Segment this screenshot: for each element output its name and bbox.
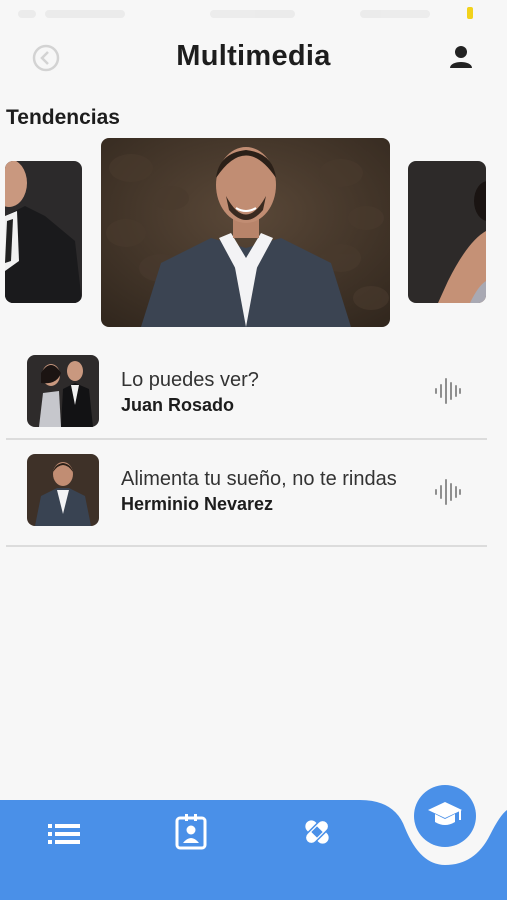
graduation-cap-button[interactable] bbox=[414, 785, 476, 847]
trending-card-left[interactable] bbox=[5, 161, 82, 303]
graduation-cap-icon bbox=[427, 800, 463, 833]
audio-wave-icon[interactable] bbox=[434, 377, 462, 405]
trending-title: Tendencias bbox=[6, 106, 120, 129]
track-artist: Juan Rosado bbox=[121, 395, 235, 415]
track-text: Alimenta tu sueño, no te rindas Herminio… bbox=[121, 467, 411, 515]
list-icon[interactable] bbox=[48, 822, 80, 846]
user-icon[interactable] bbox=[446, 42, 476, 72]
battery-indicator bbox=[467, 7, 473, 19]
contact-card-icon[interactable] bbox=[175, 814, 207, 850]
trending-card-center[interactable] bbox=[101, 138, 390, 327]
track-title: Lo puedes ver? bbox=[121, 369, 259, 391]
track-list: Lo puedes ver? Juan Rosado Alimenta tu s… bbox=[6, 341, 487, 547]
track-text: Lo puedes ver? Juan Rosado bbox=[121, 368, 411, 416]
app-header: Multimedia bbox=[0, 30, 507, 86]
status-bar bbox=[0, 0, 507, 30]
track-title: Alimenta tu sueño, no te rindas bbox=[121, 468, 397, 490]
trending-card-right[interactable] bbox=[408, 161, 486, 303]
track-thumbnail bbox=[27, 355, 99, 427]
track-thumbnail bbox=[27, 454, 99, 526]
trending-carousel[interactable] bbox=[0, 136, 507, 331]
bandage-icon[interactable] bbox=[299, 814, 335, 850]
audio-wave-icon[interactable] bbox=[434, 478, 462, 506]
list-item[interactable]: Alimenta tu sueño, no te rindas Herminio… bbox=[6, 440, 487, 547]
list-item[interactable]: Lo puedes ver? Juan Rosado bbox=[6, 341, 487, 440]
page-title: Multimedia bbox=[176, 40, 331, 72]
track-artist: Herminio Nevarez bbox=[121, 494, 274, 514]
